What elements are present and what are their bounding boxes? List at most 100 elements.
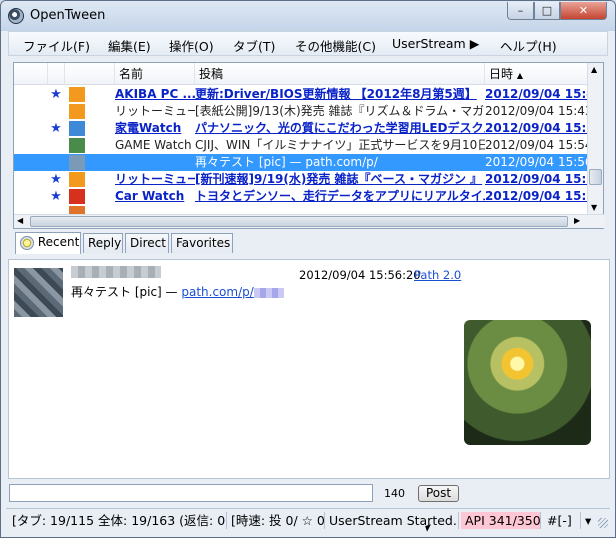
tweet-input[interactable] — [9, 484, 373, 502]
row-post-text: CJIJ、WIN「イルミナナイツ」正式サービスを9月10日に開始「 — [195, 138, 485, 152]
row-date: 2012/09/04 15:54:0 — [485, 138, 588, 152]
char-count: 140 — [384, 487, 405, 500]
table-row[interactable]: ★ リットーミュー...[新刊速報]9/19(水)発売 雑誌『ベース・マガジン 』… — [14, 171, 588, 188]
scroll-left-icon[interactable]: ◀ — [17, 216, 23, 225]
status-bar: [タブ: 19/115 全体: 19/163 (返信: 0)] [時速: 投 0… — [6, 508, 610, 530]
post-button[interactable]: Post — [418, 485, 459, 502]
user-icon — [69, 172, 85, 187]
table-row-selected[interactable]: 再々テスト [pic] — path.com/p/2012/09/04 15:5… — [14, 154, 588, 171]
column-header-star[interactable] — [48, 63, 65, 85]
table-row[interactable]: GAME WatchCJIJ、WIN「イルミナナイツ」正式サービスを9月10日に… — [14, 137, 588, 154]
tab-strip: Recent Reply Direct Favorites — [13, 232, 608, 254]
table-row[interactable]: ★ 家電Watch パナソニック、光の質にこだわった学習用LEDデスクスタンド201… — [14, 120, 588, 137]
column-header-blank[interactable] — [14, 63, 48, 85]
user-icon — [69, 87, 85, 102]
row-date: 2012/09/04 15:5 — [485, 172, 588, 186]
post-date: 2012/09/04 15:56:20 — [299, 268, 421, 282]
row-date: 2012/09/04 15:5 — [485, 121, 588, 135]
favorite-star-icon[interactable] — [48, 137, 64, 154]
post-text: 再々テスト [pic] — — [71, 285, 182, 299]
row-user-name: リットーミュー... — [115, 172, 195, 186]
lightbulb-icon — [20, 235, 34, 250]
status-speed: [時速: 投 0/ ☆ 0/ — [227, 512, 325, 529]
horizontal-scrollbar[interactable]: ◀ ▶ — [14, 214, 605, 228]
tab-direct[interactable]: Direct — [125, 233, 169, 253]
table-row[interactable]: ★ Car Watch トヨタとデンソー、走行データをアプリにリアルタイム送信201… — [14, 188, 588, 205]
scroll-right-icon[interactable]: ▶ — [574, 216, 580, 225]
row-user-name: リットーミュージ... — [115, 104, 195, 118]
menu-file[interactable]: ファイル(F) — [23, 36, 90, 55]
row-user-name: Car Watch — [115, 189, 185, 203]
row-post-text: [新刊速報]9/19(水)発売 雑誌『ベース・マガジン 』 — [195, 172, 483, 186]
column-header-name[interactable]: 名前 — [115, 63, 195, 85]
timeline-list[interactable]: 名前 投稿 日時 ▲ ★ AKIBA PC ... 更新:Driver/BIOS更新… — [13, 62, 605, 229]
window-title: OpenTween — [30, 8, 106, 23]
redacted-link-part — [253, 287, 284, 298]
row-post-text: 更新:Driver/BIOS更新情報 【2012年8月第5週】 — [195, 87, 477, 101]
row-post-text: トヨタとデンソー、走行データをアプリにリアルタイム送信 — [195, 189, 485, 203]
minimize-button[interactable]: – — [507, 2, 534, 20]
list-header: 名前 投稿 日時 ▲ — [14, 63, 588, 85]
post-source-link[interactable]: Path 2.0 — [414, 268, 461, 282]
vertical-scrollbar[interactable]: ▲ ▼ — [587, 63, 603, 216]
tab-reply[interactable]: Reply — [83, 233, 123, 253]
favorite-star-icon[interactable]: ★ — [48, 86, 64, 103]
row-date: 2012/09/04 15:5 — [485, 189, 588, 203]
user-name-redacted[interactable] — [71, 266, 161, 278]
menu-help[interactable]: ヘルプ(H) — [500, 36, 557, 55]
status-hashtag[interactable]: #[-] — [543, 512, 581, 529]
tab-recent[interactable]: Recent — [15, 232, 81, 254]
resize-grip-icon[interactable] — [598, 518, 608, 528]
tab-recent-label: Recent — [37, 235, 80, 249]
status-tab-counts: [タブ: 19/115 全体: 19/163 (返信: 0)] — [8, 512, 227, 529]
column-header-post[interactable]: 投稿 — [195, 63, 485, 85]
tab-favorites[interactable]: Favorites — [171, 233, 233, 253]
user-icon — [69, 104, 85, 119]
row-date: 2012/09/04 15:43:1 — [485, 104, 588, 118]
close-button[interactable]: ✕ — [560, 2, 607, 20]
favorite-star-icon[interactable] — [48, 154, 64, 171]
app-window: OpenTween – □ ✕ ファイル(F) 編集(E) 操作(O) タブ(T… — [0, 0, 616, 538]
menu-other[interactable]: その他機能(C) — [295, 36, 376, 55]
menu-tab[interactable]: タブ(T) — [233, 36, 275, 55]
favorite-star-icon[interactable] — [48, 103, 64, 120]
row-user-name: AKIBA PC ... — [115, 87, 195, 101]
row-user-name — [115, 154, 195, 171]
maximize-button[interactable]: □ — [534, 2, 560, 20]
app-logo-icon — [8, 8, 24, 24]
column-header-date-label: 日時 — [489, 67, 514, 81]
horizontal-scroll-thumb[interactable] — [30, 216, 568, 227]
vertical-scroll-thumb[interactable] — [589, 169, 602, 185]
user-icon — [69, 155, 85, 170]
user-icon — [69, 121, 85, 136]
column-header-date[interactable]: 日時 ▲ — [485, 63, 588, 85]
scroll-up-icon[interactable]: ▲ — [591, 65, 597, 74]
detail-pane: 2012/09/04 15:56:20 Path 2.0 再々テスト [pic]… — [8, 259, 610, 479]
column-header-icon[interactable] — [65, 63, 115, 85]
menu-operation[interactable]: 操作(O) — [169, 36, 214, 55]
row-user-name: 家電Watch — [115, 121, 182, 135]
row-date: 2012/09/04 15:56:2 — [485, 155, 588, 169]
photo-thumbnail[interactable] — [464, 320, 591, 445]
title-bar[interactable]: OpenTween – □ ✕ — [1, 1, 615, 31]
table-row[interactable]: リットーミュージ...[表紙公開]9/13(木)発売 雑誌『リズム＆ドラム・マガ… — [14, 103, 588, 120]
avatar[interactable] — [14, 268, 63, 317]
status-userstream: UserStream Started. — [325, 512, 459, 529]
favorite-star-icon[interactable]: ★ — [48, 188, 64, 205]
user-icon — [69, 189, 85, 204]
menu-edit[interactable]: 編集(E) — [108, 36, 151, 55]
table-row[interactable]: ★ AKIBA PC ... 更新:Driver/BIOS更新情報 【2012年8月… — [14, 86, 588, 103]
menu-bar: ファイル(F) 編集(E) 操作(O) タブ(T) その他機能(C) UserS… — [8, 31, 608, 56]
post-body: 再々テスト [pic] — path.com/p/ — [71, 282, 458, 477]
menu-userstream[interactable]: UserStream ▶ — [392, 36, 479, 51]
sort-ascending-icon: ▲ — [516, 71, 523, 80]
user-icon — [69, 138, 85, 153]
row-post-text: パナソニック、光の質にこだわった学習用LEDデスクスタンド — [195, 121, 485, 135]
scroll-down-icon[interactable]: ▼ — [591, 203, 597, 212]
status-api-limit: API 341/350 — [461, 512, 541, 529]
row-post-text: [表紙公開]9/13(木)発売 雑誌『リズム＆ドラム・マガジン』 — [195, 104, 485, 118]
favorite-star-icon[interactable]: ★ — [48, 120, 64, 137]
post-link[interactable]: path.com/p/ — [181, 285, 253, 299]
row-post-text: 再々テスト [pic] — path.com/p/ — [195, 155, 378, 169]
favorite-star-icon[interactable]: ★ — [48, 171, 64, 188]
